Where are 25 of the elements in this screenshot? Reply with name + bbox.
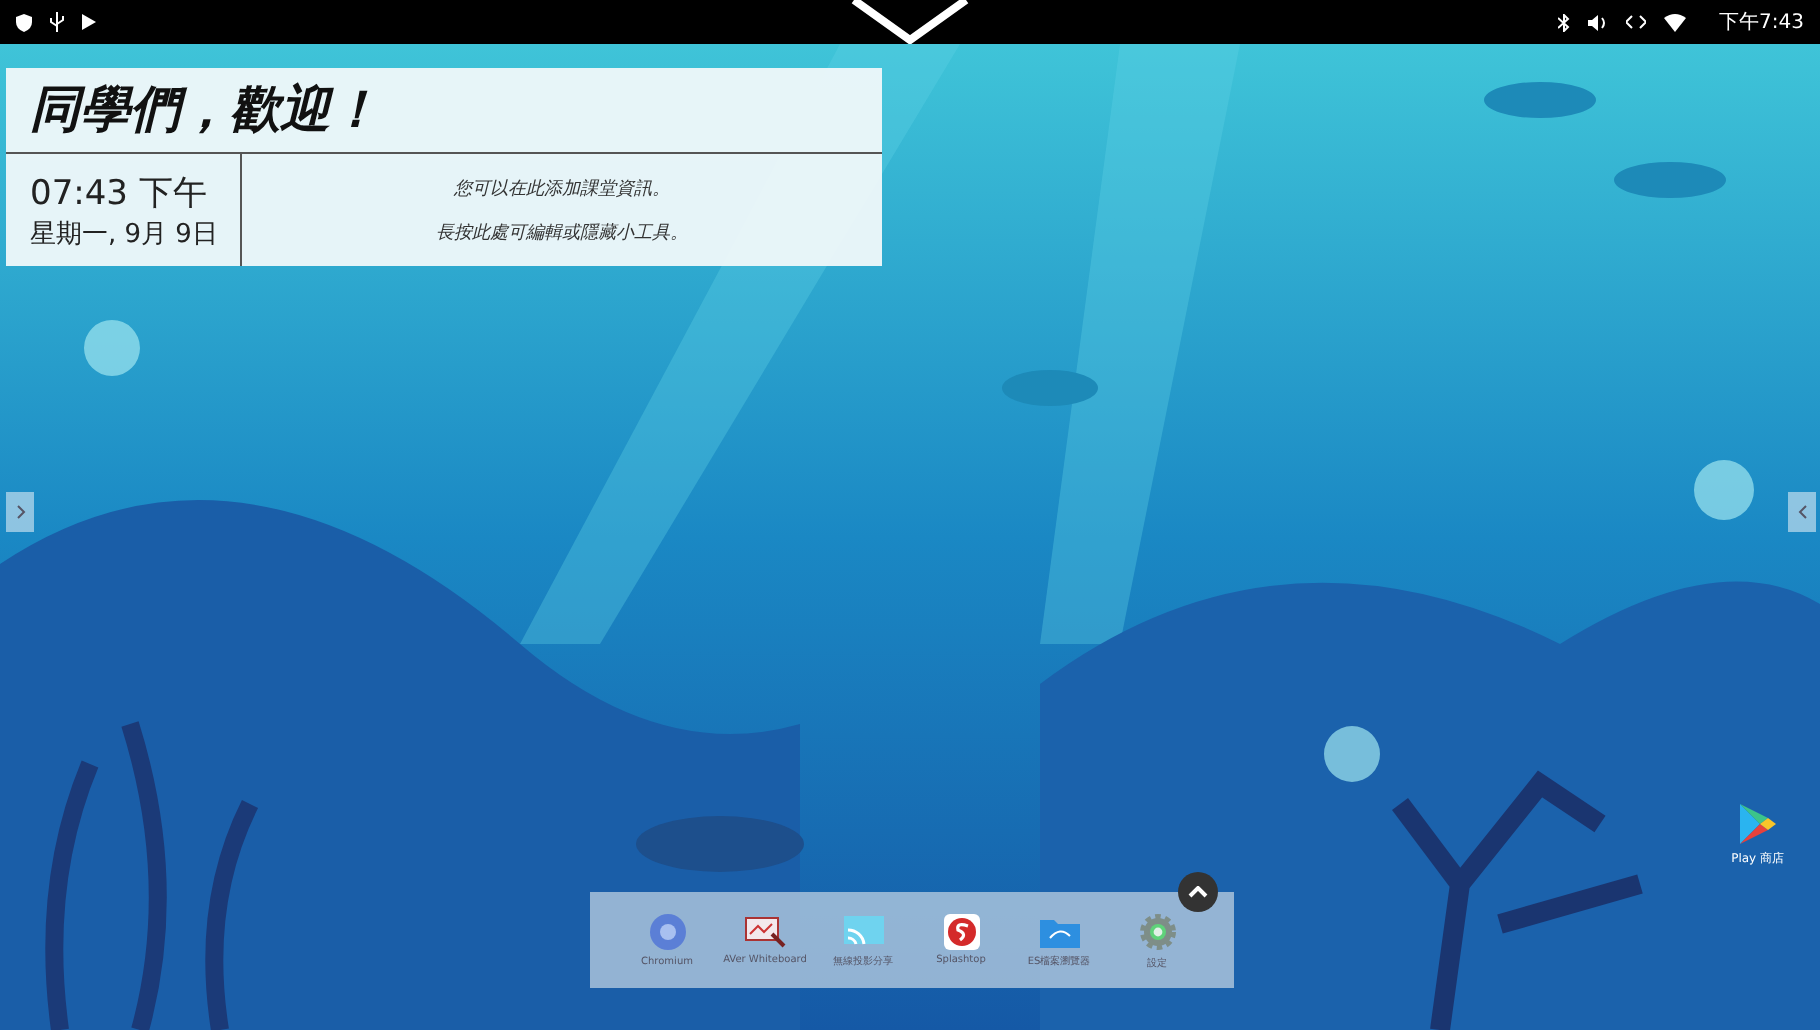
right-panel-tab[interactable] — [1788, 492, 1816, 532]
chevron-left-icon — [1797, 504, 1807, 520]
splashtop-icon — [943, 914, 979, 950]
usb-icon — [50, 12, 64, 32]
welcome-widget[interactable]: 同學們，歡迎！ 07:43 下午 星期一, 9月 9日 您可以在此添加課堂資訊。 長按此處可編輯或隱藏小工具。 — [6, 68, 882, 266]
chevron-up-icon — [1188, 886, 1208, 898]
widget-date: 星期一, 9月 9日 — [30, 218, 220, 252]
wifi-icon — [1663, 13, 1686, 31]
left-panel-tab[interactable] — [6, 492, 34, 532]
widget-message: 您可以在此添加課堂資訊。 — [454, 177, 670, 201]
shield-icon — [16, 13, 32, 31]
status-time: 下午7:43 — [1719, 10, 1804, 36]
widget-time: 07:43 下午 — [30, 172, 209, 216]
widget-message: 長按此處可編輯或隱藏小工具。 — [436, 221, 688, 245]
chevron-right-icon — [15, 504, 25, 520]
chromium-icon — [647, 912, 687, 952]
play-store-icon — [1739, 804, 1776, 844]
widget-title: 同學們，歡迎！ — [6, 68, 882, 154]
bluetooth-icon — [1557, 13, 1570, 31]
whiteboard-icon — [743, 914, 787, 950]
play-icon — [82, 14, 96, 30]
cast-icon — [841, 913, 885, 949]
settings-icon — [1137, 911, 1177, 951]
volume-icon — [1587, 13, 1608, 31]
ethernet-icon — [1625, 14, 1646, 30]
